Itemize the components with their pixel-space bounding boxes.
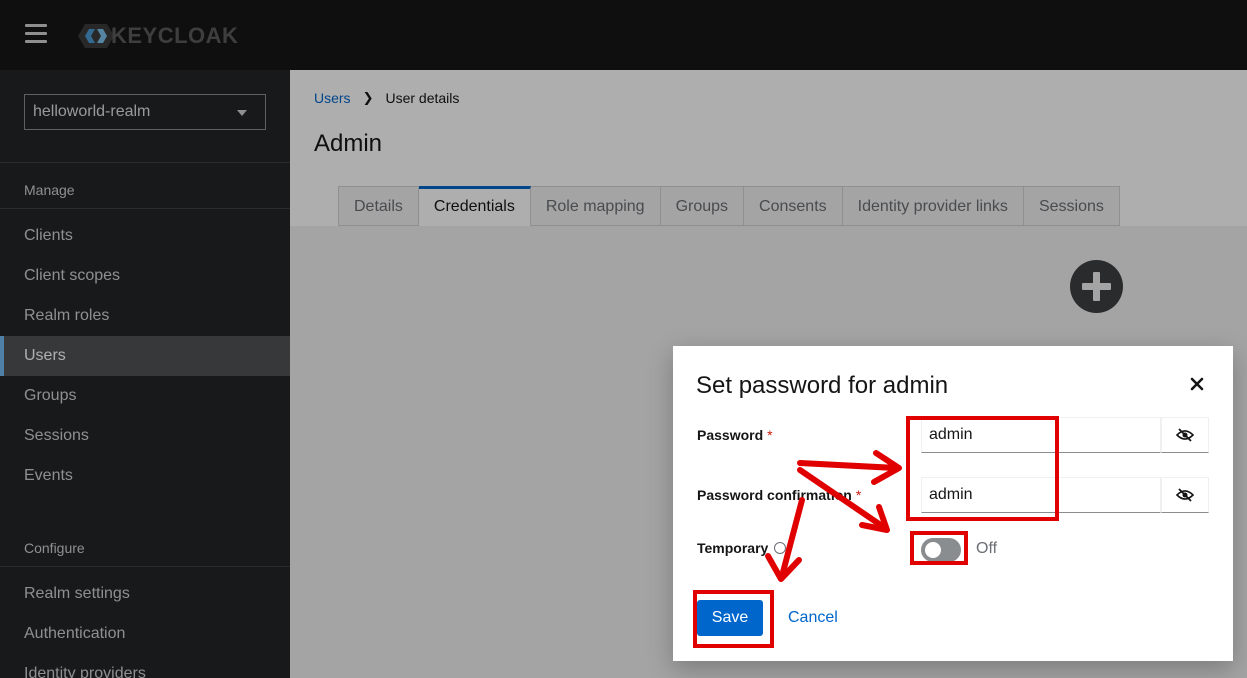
eye-slash-icon	[1176, 428, 1194, 442]
modal-title: Set password for admin	[696, 372, 949, 399]
annotation-box-save-button	[693, 590, 774, 648]
temporary-label: Temporary	[697, 540, 787, 556]
required-mark: *	[767, 427, 773, 443]
eye-slash-icon	[1176, 488, 1194, 502]
help-icon[interactable]	[774, 542, 787, 554]
show-password-button[interactable]	[1161, 417, 1209, 453]
close-icon[interactable]	[1189, 376, 1205, 392]
password-label: Password *	[697, 427, 773, 443]
cancel-button[interactable]: Cancel	[788, 609, 838, 627]
password-confirmation-label: Password confirmation *	[697, 487, 862, 503]
show-password-confirmation-button[interactable]	[1161, 477, 1209, 513]
temporary-state: Off	[976, 540, 998, 557]
annotation-box-temporary-toggle	[910, 531, 968, 565]
required-mark: *	[855, 487, 862, 503]
annotation-box-password-fields	[906, 416, 1059, 521]
